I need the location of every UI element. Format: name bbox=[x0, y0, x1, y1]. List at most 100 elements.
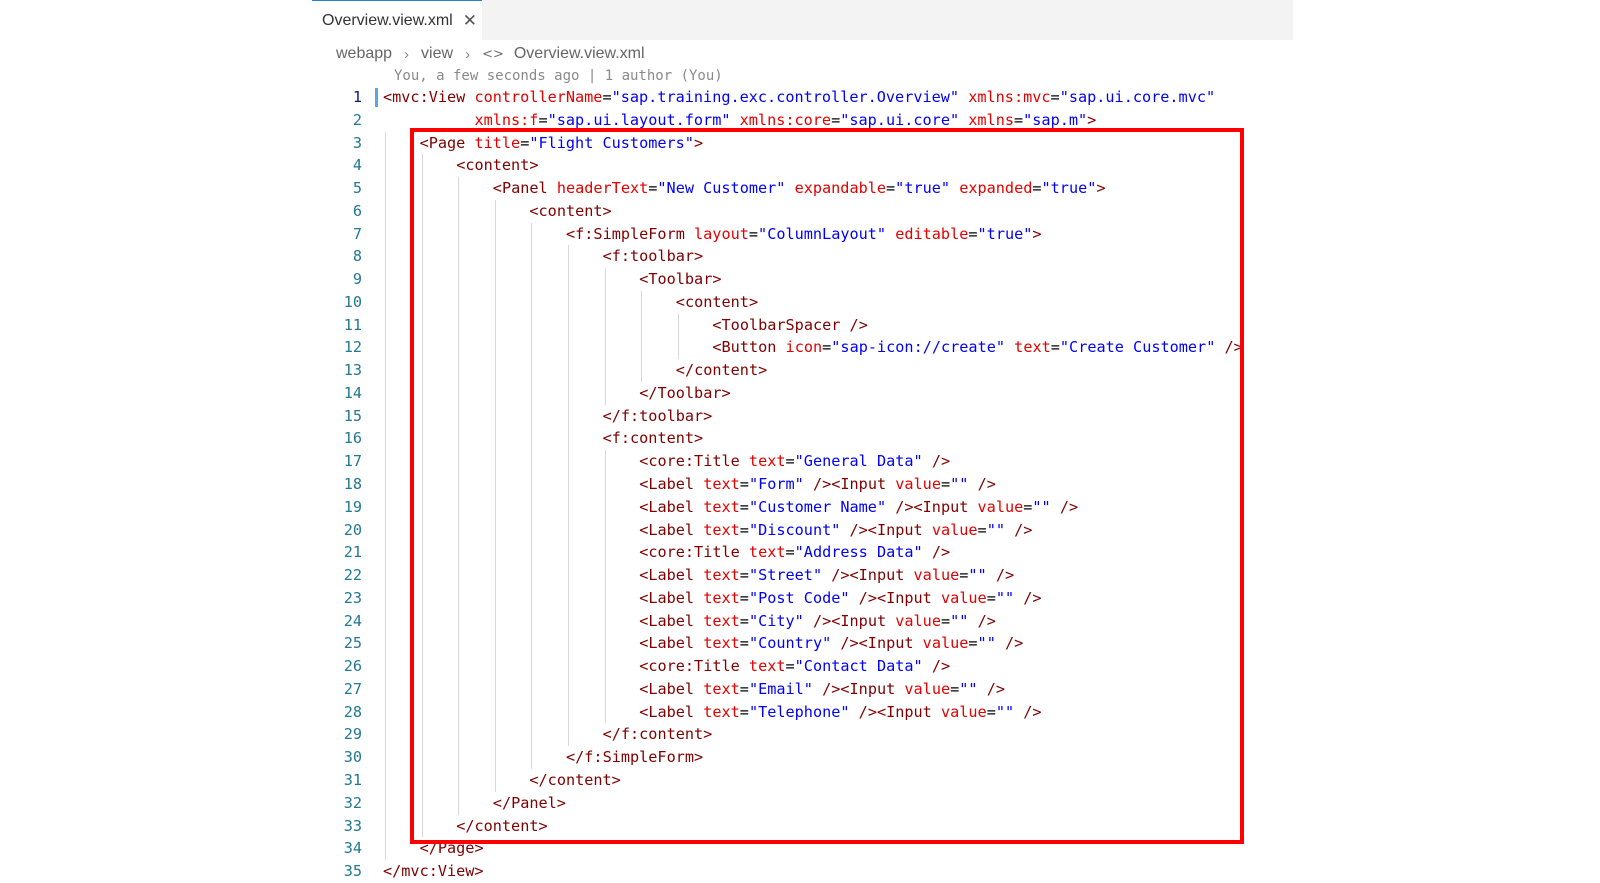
indent-guide bbox=[568, 564, 569, 587]
indent-guide bbox=[385, 723, 386, 747]
code-token: = bbox=[1050, 338, 1060, 357]
line-number: 17 bbox=[343, 452, 362, 471]
code-line[interactable]: 33 </content> bbox=[312, 814, 1293, 838]
code-line[interactable]: 13 </content> bbox=[312, 359, 1293, 382]
indent-guide bbox=[494, 336, 496, 360]
code-line[interactable]: 23 <Label text="Post Code" /><Input value… bbox=[312, 586, 1293, 610]
code-editor[interactable]: Overview.view.xml ✕ webapp › view › <> O… bbox=[312, 0, 1293, 880]
line-number: 14 bbox=[343, 383, 362, 402]
modified-line-marker bbox=[375, 88, 378, 107]
breadcrumb-item-webapp[interactable]: webapp bbox=[336, 45, 392, 63]
indent-guide bbox=[494, 313, 496, 337]
indent-guide bbox=[531, 495, 533, 519]
code-line[interactable]: 18 <Label text="Form" /><Input value="" /… bbox=[312, 473, 1293, 496]
code-line[interactable]: 7 <f:SimpleForm layout="ColumnLayout" edi… bbox=[312, 222, 1293, 246]
code-token: "sap.m" bbox=[1023, 110, 1088, 129]
code-token: "Post Code" bbox=[748, 588, 850, 607]
code-token: = bbox=[968, 634, 978, 653]
code-line[interactable]: 21 <core:Title text="Address Data" /> bbox=[312, 541, 1293, 565]
indent-guide bbox=[568, 381, 569, 405]
code-line[interactable]: 28 <Label text="Telephone" /><Input value… bbox=[312, 700, 1293, 724]
code-token: text bbox=[703, 634, 740, 653]
indent-guide bbox=[604, 336, 606, 360]
indent-guide bbox=[531, 336, 533, 360]
code-token: > bbox=[693, 133, 704, 152]
code-token: </f:toolbar> bbox=[602, 406, 713, 425]
code-line[interactable]: 16 <f:content> bbox=[312, 427, 1293, 451]
code-line[interactable]: 35 </mvc:View> bbox=[312, 860, 1293, 883]
indent-guide bbox=[421, 677, 423, 701]
indent-guide bbox=[385, 154, 386, 178]
indent-guide bbox=[421, 404, 423, 428]
indent-guide bbox=[458, 404, 460, 428]
code-token: <core:Title bbox=[639, 452, 749, 471]
code-line[interactable]: 25 <Label text="Country" /><Input value="… bbox=[312, 632, 1293, 656]
code-line[interactable]: 27 <Label text="Email" /><Input value="" … bbox=[312, 677, 1293, 701]
indent-guide bbox=[494, 290, 496, 314]
code-line[interactable]: 29 </f:content> bbox=[312, 723, 1293, 747]
indent-guide bbox=[531, 473, 533, 496]
code-token: "Create Customer" bbox=[1059, 338, 1216, 357]
code-line[interactable]: 22 <Label text="Street" /><Input value=""… bbox=[312, 564, 1293, 587]
code-line[interactable]: 8 <f:toolbar> bbox=[312, 245, 1293, 269]
code-line[interactable]: 2 xmlns:f="sap.ui.layout.form" xmlns:cor… bbox=[312, 109, 1293, 132]
indent-guide bbox=[421, 222, 423, 246]
code-line[interactable]: 31 </content> bbox=[312, 768, 1293, 792]
code-line[interactable]: 3 <Page title="Flight Customers"> bbox=[312, 131, 1293, 155]
code-line[interactable]: 24 <Label text="City" /><Input value="" /… bbox=[312, 609, 1293, 633]
indent-guide bbox=[531, 427, 533, 451]
code-token: <core:Title bbox=[639, 543, 749, 562]
code-line[interactable]: 19 <Label text="Customer Name" /><Input v… bbox=[312, 495, 1293, 519]
close-icon[interactable]: ✕ bbox=[463, 11, 477, 31]
code-text: </content> bbox=[529, 769, 620, 792]
breadcrumb-item-view[interactable]: view bbox=[421, 45, 453, 63]
code-line[interactable]: 14 </Toolbar> bbox=[312, 381, 1293, 405]
line-number: 35 bbox=[343, 862, 362, 881]
indent-guide bbox=[458, 723, 460, 747]
code-line[interactable]: 4 <content> bbox=[312, 154, 1293, 178]
code-line[interactable]: 15 </f:toolbar> bbox=[312, 404, 1293, 428]
breadcrumb-item-file[interactable]: Overview.view.xml bbox=[514, 45, 645, 63]
indent-guide bbox=[568, 450, 569, 474]
indent-guide bbox=[458, 609, 460, 633]
code-token: value bbox=[895, 611, 941, 630]
code-token: <ToolbarSpacer /> bbox=[712, 315, 868, 334]
code-token: "" bbox=[995, 702, 1015, 721]
code-text: </content> bbox=[676, 359, 767, 382]
code-text: <Page title="Flight Customers"> bbox=[420, 132, 704, 155]
indent-guide bbox=[421, 177, 423, 200]
code-line[interactable]: 5 <Panel headerText = "New Customer" expand… bbox=[312, 177, 1293, 200]
code-token: /> bbox=[1215, 338, 1243, 357]
code-token: <Label bbox=[639, 611, 704, 630]
code-token: value bbox=[940, 588, 987, 607]
indent-guide bbox=[385, 632, 386, 656]
tab-overview-view-xml[interactable]: Overview.view.xml ✕ bbox=[312, 0, 482, 40]
code-line[interactable]: 1 <mvc:View controllerName="sap.training.… bbox=[312, 86, 1293, 109]
code-line[interactable]: 10 <content> bbox=[312, 290, 1293, 314]
code-token: /> bbox=[1014, 702, 1042, 721]
indent-guide bbox=[604, 677, 606, 701]
code-line[interactable]: 20 <Label text="Discount" /><Input value=… bbox=[312, 518, 1293, 542]
indent-guide bbox=[494, 199, 496, 223]
code-text: </Panel> bbox=[493, 792, 566, 815]
code-area[interactable]: 1 <mvc:View controllerName="sap.training.… bbox=[312, 86, 1293, 883]
code-line[interactable]: 6 <content> bbox=[312, 199, 1293, 223]
line-number: 21 bbox=[343, 543, 362, 562]
code-line[interactable]: 9 <Toolbar> bbox=[312, 268, 1293, 291]
code-line[interactable]: 12 <Button icon="sap-icon://create" text=… bbox=[312, 336, 1293, 360]
code-line[interactable]: 17 <core:Title text="General Data" /> bbox=[312, 450, 1293, 474]
code-line[interactable]: 26 <core:Title text="Contact Data" /> bbox=[312, 655, 1293, 678]
code-token: = bbox=[520, 133, 530, 152]
code-text: <Label text="Telephone" /><Input value="… bbox=[639, 701, 1041, 724]
git-blame-codelens[interactable]: You, a few seconds ago | 1 author (You) bbox=[394, 66, 723, 86]
code-token: = bbox=[950, 679, 960, 698]
code-line[interactable]: 30 </f:SimpleForm> bbox=[312, 746, 1293, 769]
line-number: 2 bbox=[352, 110, 362, 129]
code-line[interactable]: 11 <ToolbarSpacer /> bbox=[312, 313, 1293, 337]
code-token: <Label bbox=[639, 702, 704, 721]
line-number: 26 bbox=[343, 657, 362, 676]
code-line[interactable]: 32 </Panel> bbox=[312, 791, 1293, 815]
indent-guide bbox=[568, 700, 569, 724]
code-line[interactable]: 34 </Page> bbox=[312, 837, 1293, 861]
